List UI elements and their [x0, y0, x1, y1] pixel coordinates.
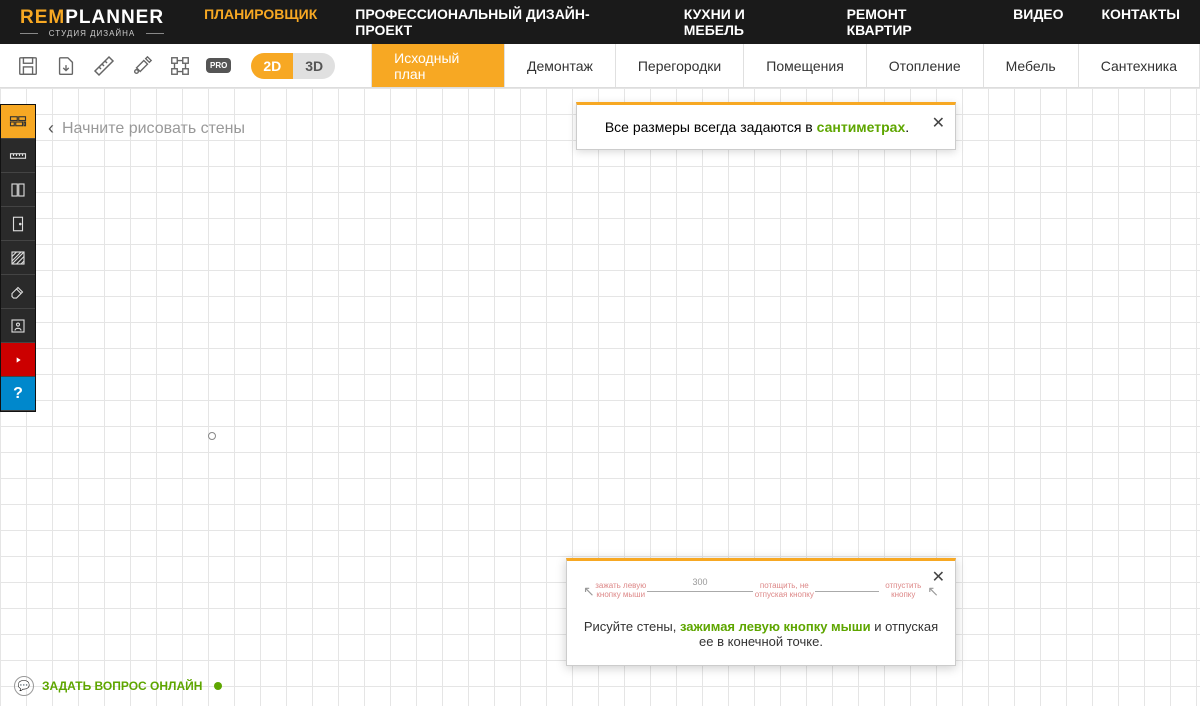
tutorial-highlight: зажимая левую кнопку мыши — [680, 619, 871, 634]
tab-rooms[interactable]: Помещения — [743, 44, 866, 87]
units-tooltip: Все размеры всегда задаются в сантиметра… — [576, 102, 956, 150]
tutorial-graphic: ↖ зажать левую кнопку мыши 300 потащить,… — [583, 573, 939, 609]
tutorial-label-left: зажать левую кнопку мыши — [595, 582, 647, 600]
chat-icon: 💬 — [14, 676, 34, 696]
tab-plumbing[interactable]: Сантехника — [1078, 44, 1200, 87]
tutorial-prefix: Рисуйте стены, — [584, 619, 680, 634]
sidebar-window[interactable] — [1, 173, 35, 207]
close-icon[interactable]: ✕ — [932, 113, 945, 133]
sidebar-hatch[interactable] — [1, 241, 35, 275]
tab-heating[interactable]: Отопление — [866, 44, 983, 87]
nav-design[interactable]: ПРОФЕССИОНАЛЬНЫЙ ДИЗАЙН-ПРОЕКТ — [355, 6, 645, 38]
logo-subtitle: СТУДИЯ ДИЗАЙНА — [20, 29, 164, 38]
tip-highlight: сантиметрах — [817, 119, 906, 135]
tip-text-prefix: Все размеры всегда задаются в — [605, 119, 817, 135]
tab-partitions[interactable]: Перегородки — [615, 44, 743, 87]
hint-text: Начните рисовать стены — [62, 120, 245, 138]
tutorial-line-2 — [815, 591, 879, 592]
logo-text: REMPLANNER — [20, 7, 164, 29]
pro-badge[interactable]: PRO — [206, 58, 231, 73]
toolbar: PRO 2D 3D Исходный план Демонтаж Перегор… — [0, 44, 1200, 88]
view-2d-button[interactable]: 2D — [251, 53, 293, 79]
cursor-icon: ↖ — [583, 583, 595, 600]
chevron-left-icon[interactable]: ‹ — [48, 118, 54, 139]
status-dot-icon — [214, 682, 222, 690]
tutorial-text: Рисуйте стены, зажимая левую кнопку мыши… — [583, 619, 939, 649]
tab-furniture[interactable]: Мебель — [983, 44, 1078, 87]
tab-demolition[interactable]: Демонтаж — [504, 44, 615, 87]
walls-tutorial: ✕ ↖ зажать левую кнопку мыши 300 потащит… — [566, 558, 956, 666]
view-toggle: 2D 3D — [251, 53, 335, 79]
nav-contacts[interactable]: КОНТАКТЫ — [1102, 6, 1180, 38]
tutorial-label-right: отпустить кнопку — [879, 582, 927, 600]
top-nav: REMPLANNER СТУДИЯ ДИЗАЙНА ПЛАНИРОВЩИК ПР… — [0, 0, 1200, 44]
ruler-icon[interactable] — [92, 54, 116, 78]
sidebar-room[interactable] — [1, 309, 35, 343]
sidebar: ? — [0, 104, 36, 412]
nav-repair[interactable]: РЕМОНТ КВАРТИР — [847, 6, 976, 38]
chat-label: ЗАДАТЬ ВОПРОС ОНЛАЙН — [42, 679, 202, 693]
nav-items: ПЛАНИРОВЩИК ПРОФЕССИОНАЛЬНЫЙ ДИЗАЙН-ПРОЕ… — [204, 6, 1180, 38]
start-hint: ‹ Начните рисовать стены — [48, 118, 245, 139]
sidebar-help[interactable]: ? — [1, 377, 35, 411]
nav-kitchen[interactable]: КУХНИ И МЕБЕЛЬ — [684, 6, 809, 38]
tutorial-line: 300 — [647, 591, 754, 592]
sidebar-youtube[interactable] — [1, 343, 35, 377]
tip-text-suffix: . — [905, 119, 909, 135]
dimension-label: 300 — [693, 577, 708, 587]
tutorial-label-mid: потащить, не отпуская кнопку — [753, 582, 815, 600]
logo[interactable]: REMPLANNER СТУДИЯ ДИЗАЙНА — [20, 7, 164, 38]
sidebar-door[interactable] — [1, 207, 35, 241]
cursor-icon: ↖ — [927, 583, 939, 600]
nav-video[interactable]: ВИДЕО — [1013, 6, 1063, 38]
plan-tabs: Исходный план Демонтаж Перегородки Помещ… — [371, 44, 1200, 87]
save-icon[interactable] — [16, 54, 40, 78]
snap-icon[interactable] — [168, 54, 192, 78]
nav-planner[interactable]: ПЛАНИРОВЩИК — [204, 6, 317, 38]
tool-group: PRO 2D 3D — [16, 44, 351, 87]
sidebar-measure[interactable] — [1, 139, 35, 173]
view-3d-button[interactable]: 3D — [293, 53, 335, 79]
sidebar-wall[interactable] — [1, 105, 35, 139]
sidebar-eraser[interactable] — [1, 275, 35, 309]
export-icon[interactable] — [54, 54, 78, 78]
tab-source-plan[interactable]: Исходный план — [371, 44, 504, 87]
chat-button[interactable]: 💬 ЗАДАТЬ ВОПРОС ОНЛАЙН — [14, 676, 222, 696]
canvas-point[interactable] — [208, 432, 216, 440]
tools-icon[interactable] — [130, 54, 154, 78]
